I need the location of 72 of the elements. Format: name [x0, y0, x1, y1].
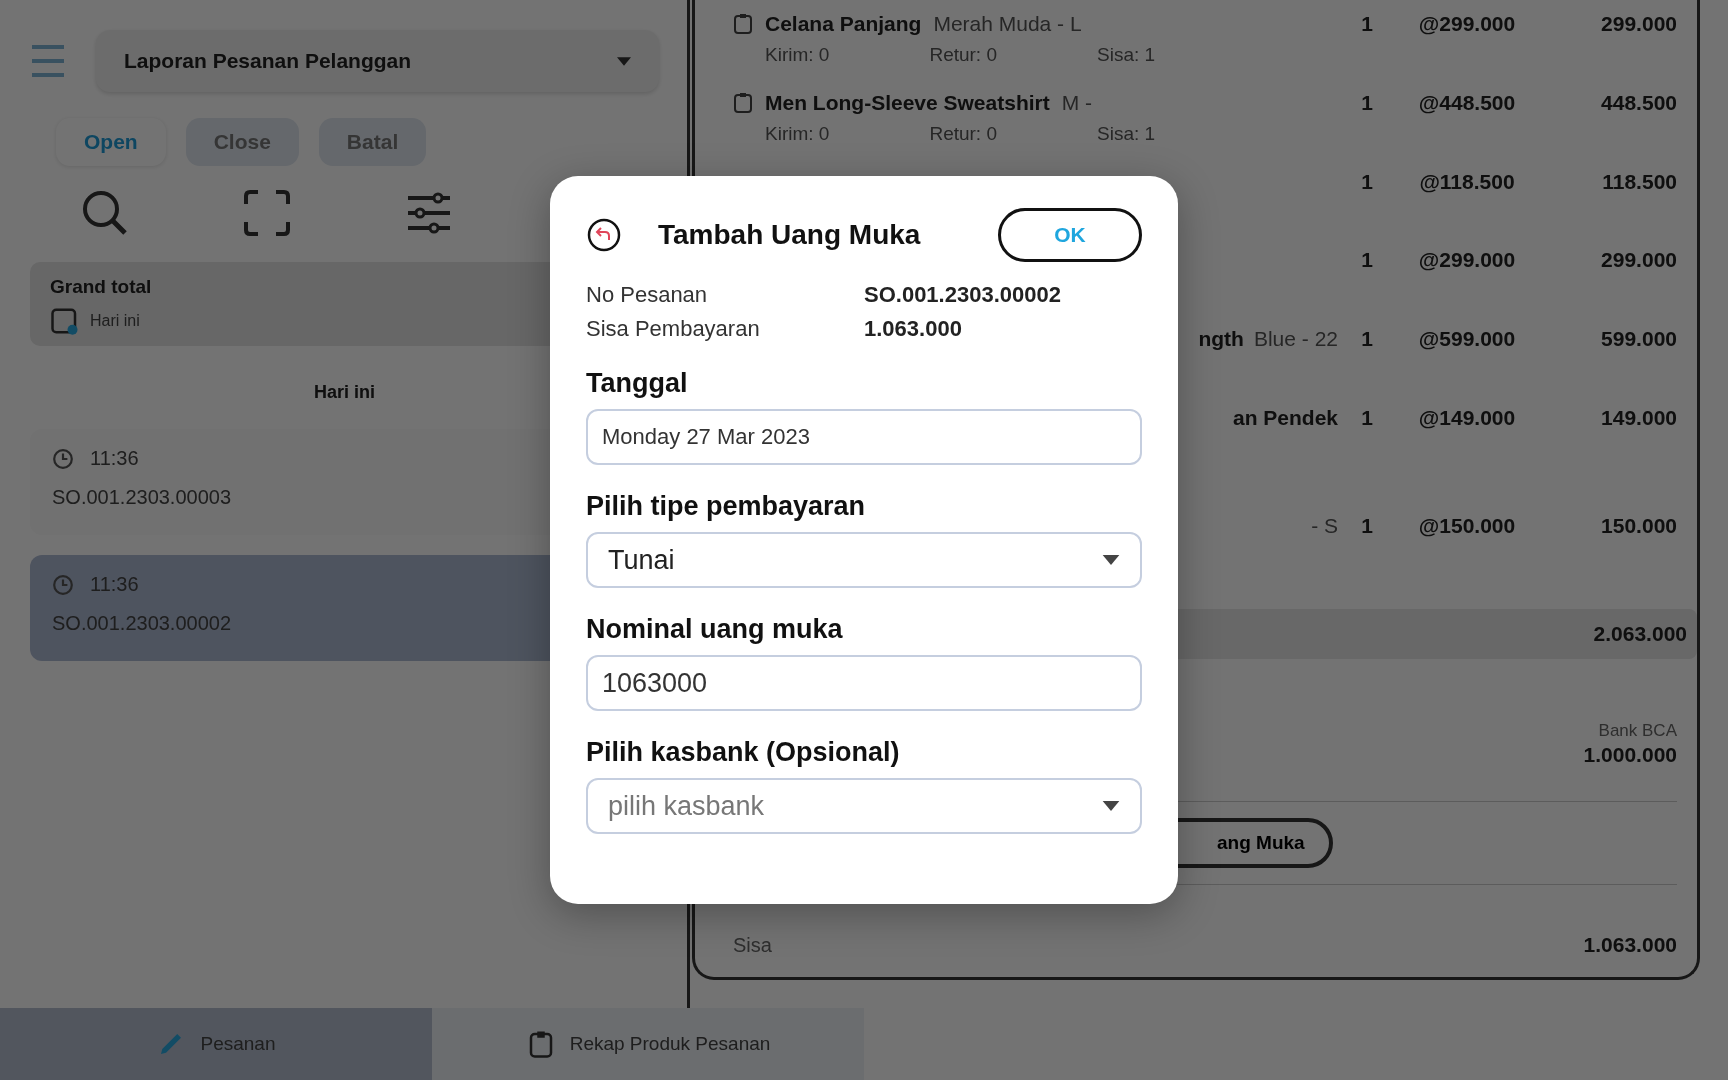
item-quantity: 1 [1360, 247, 1374, 273]
order-time: 11:36 [90, 447, 139, 470]
order-number: SO.001.2303.00002 [52, 612, 232, 635]
return-count: Retur: 0 [929, 122, 997, 145]
clock-icon [52, 573, 74, 596]
item-subtotal: 150.000 [1600, 512, 1677, 538]
item-name: Men Long-Sleeve Sweatshirt [765, 90, 1050, 115]
item-price: @299.000 [1417, 247, 1517, 273]
item-name: Celana Panjang [765, 12, 922, 36]
caret-icon [1102, 555, 1120, 565]
item-variant: Merah Muda - L [933, 12, 1082, 36]
item-subtotal: 149.000 [1600, 404, 1677, 430]
date-field[interactable]: Monday 27 Mar 2023 [586, 409, 1142, 465]
item-quantity: 1 [1360, 512, 1374, 538]
item-name: ngth [1198, 327, 1244, 352]
undo-icon[interactable] [586, 217, 622, 253]
item-variant: Blue - 22 [1253, 327, 1338, 352]
item-quantity: 1 [1360, 168, 1374, 194]
info-value: SO.001.2303.00002 [864, 282, 1062, 308]
item-price: @149.000 [1417, 404, 1517, 430]
clipboard-icon [733, 91, 753, 114]
payment-amount: 1.000.000 [1583, 743, 1677, 767]
item-subtotal: 118.500 [1601, 168, 1677, 194]
calendar-icon [50, 306, 80, 336]
caret-icon [617, 56, 631, 66]
sent-count: Kirim: 0 [765, 44, 830, 66]
remaining-count: Sisa: 1 [1097, 44, 1156, 66]
remaining-label: Sisa [733, 933, 772, 957]
item-price: @150.000 [1417, 512, 1517, 538]
clipboard-icon [733, 13, 753, 35]
item-quantity: 1 [1360, 11, 1374, 36]
field-label: Tanggal [586, 368, 689, 399]
dialog-title: Tambah Uang Muka [658, 219, 922, 251]
status-tab[interactable]: Open [56, 118, 166, 166]
report-select[interactable]: Laporan Pesanan Pelanggan [96, 30, 659, 92]
item-price: @118.500 [1418, 168, 1516, 194]
sent-count: Kirim: 0 [765, 122, 830, 145]
item-price: @448.500 [1417, 89, 1517, 115]
grand-total-label: Grand total [50, 276, 152, 298]
return-count: Retur: 0 [929, 44, 997, 66]
scan-frame-icon[interactable] [242, 188, 292, 238]
payment-account: Bank BCA [1598, 721, 1677, 741]
item-subtotal: 448.500 [1600, 89, 1677, 115]
order-time: 11:36 [90, 573, 139, 596]
ok-button[interactable]: OK [998, 208, 1142, 262]
total-value: 2.063.000 [1593, 622, 1687, 647]
item-quantity: 1 [1360, 89, 1374, 115]
dropdown-field[interactable]: Tunai [586, 532, 1142, 588]
bottom-nav-tab[interactable]: Pesanan [0, 1008, 432, 1080]
remaining-value: 1.063.000 [1583, 933, 1677, 957]
item-variant: M - [1061, 90, 1093, 115]
field-label: Pilih kasbank (Opsional) [586, 737, 901, 768]
item-subtotal: 299.000 [1600, 247, 1677, 273]
order-number: SO.001.2303.00003 [52, 486, 232, 509]
item-variant: - S [1311, 513, 1338, 538]
info-label: No Pesanan [586, 282, 709, 308]
info-value: 1.063.000 [864, 316, 963, 342]
item-price: @599.000 [1417, 326, 1517, 352]
item-subtotal: 299.000 [1600, 11, 1677, 36]
caret-icon [1102, 801, 1120, 811]
info-label: Sisa Pembayaran [586, 316, 761, 342]
bottom-nav-tab[interactable]: Rekap Produk Pesanan [432, 1008, 864, 1080]
remaining-count: Sisa: 1 [1097, 122, 1156, 145]
item-quantity: 1 [1360, 404, 1374, 430]
item-quantity: 1 [1360, 326, 1374, 352]
item-subtotal: 599.000 [1600, 326, 1677, 352]
clock-icon [52, 447, 74, 470]
item-name: an Pendek [1232, 405, 1338, 430]
period-label: Hari ini [90, 312, 140, 330]
amount-field[interactable]: 1063000 [586, 655, 1142, 711]
item-price: @299.000 [1417, 11, 1517, 36]
dropdown-field[interactable]: pilih kasbank [586, 778, 1142, 834]
